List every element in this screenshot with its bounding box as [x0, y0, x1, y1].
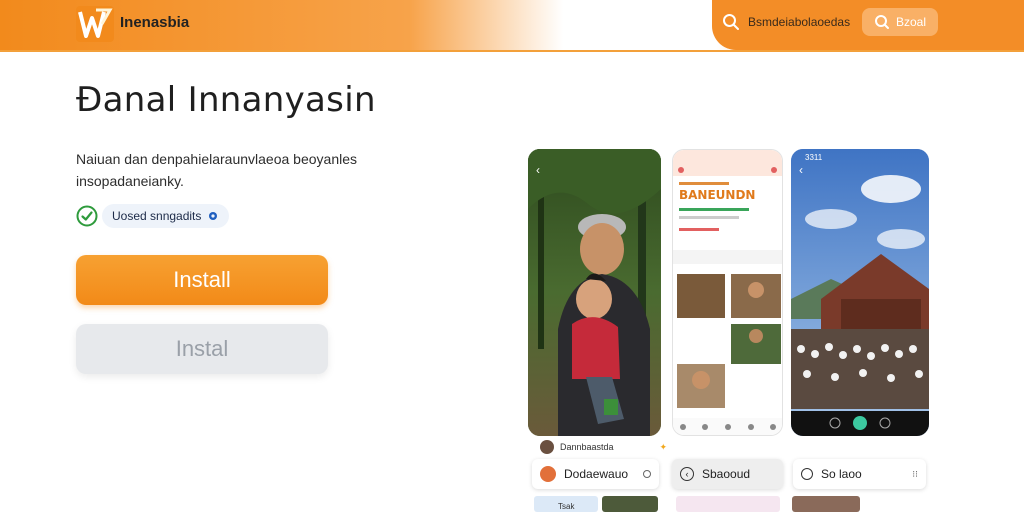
avatar: [540, 440, 554, 454]
search-placeholder: Bsmdeiabolaoedas: [748, 15, 851, 29]
grid-icon: ⁝⁝: [912, 468, 918, 479]
phone3-time: 3311: [805, 153, 823, 162]
header-action-button[interactable]: Bzoal: [862, 8, 938, 36]
header-divider: [0, 50, 1024, 52]
bottom-card-2[interactable]: ‹ Sbaooud: [672, 459, 783, 489]
page-title: Đanal Innanyasin: [76, 80, 376, 120]
bottom-strip-2: [602, 496, 658, 512]
install-button[interactable]: Install: [76, 255, 328, 305]
bottom-strip-4: [792, 496, 860, 512]
bottom-strip-1-label: Tsak: [558, 502, 575, 511]
bottom-card-3-label: So laoo: [821, 467, 862, 481]
verified-badge: Uosed snngadits: [76, 203, 239, 229]
chat-icon: [801, 468, 813, 480]
check-circle-icon: [76, 205, 98, 227]
brand-logo-icon[interactable]: [76, 6, 114, 42]
phone-screenshot-1[interactable]: ‹: [528, 149, 661, 436]
star-icon: ✦: [659, 441, 668, 452]
settings-icon: [209, 212, 218, 220]
back-arrow-icon[interactable]: ‹: [536, 163, 540, 177]
app-description: Naiuan dan denpahielaraunvlaeoa beoyanle…: [76, 151, 358, 189]
install-secondary-button[interactable]: Instal: [76, 324, 328, 374]
bottom-strip-1: Tsak: [534, 496, 598, 512]
village-photo-image: [791, 149, 929, 436]
verified-label: Uosed snngadits: [112, 209, 202, 223]
phone-screenshot-3[interactable]: 3311 ‹: [791, 149, 929, 436]
bottom-strip-3: [676, 496, 780, 512]
verified-pill: Uosed snngadits: [102, 204, 230, 228]
back-circle-icon: ‹: [680, 467, 694, 481]
back-arrow-icon[interactable]: ‹: [799, 163, 803, 177]
phone-screenshot-2[interactable]: BANEUNDN: [672, 149, 783, 436]
brand-name[interactable]: Inenasbia: [120, 14, 189, 31]
app-page: Inenasbia Bsmdeiabolaoedas Bzoal Đanal I…: [0, 0, 1024, 512]
bottom-card-1[interactable]: Dodaewauo: [532, 459, 659, 489]
profile-chip-label: Dannbaastda: [560, 442, 614, 452]
family-photo-image: [528, 149, 661, 436]
profile-chip[interactable]: Dannbaastda ✦: [540, 438, 667, 456]
header-action-label: Bzoal: [895, 15, 927, 29]
avatar: [540, 466, 556, 482]
circle-icon: [643, 470, 651, 478]
search-icon: [723, 14, 739, 30]
search-icon: [874, 15, 889, 29]
phone2-headline: BANEUNDN: [679, 188, 756, 202]
bottom-card-1-label: Dodaewauo: [564, 467, 629, 481]
search-input[interactable]: Bsmdeiabolaoedas: [722, 8, 852, 36]
bottom-card-3[interactable]: So laoo ⁝⁝: [793, 459, 926, 489]
bottom-card-2-label: Sbaooud: [702, 467, 751, 481]
